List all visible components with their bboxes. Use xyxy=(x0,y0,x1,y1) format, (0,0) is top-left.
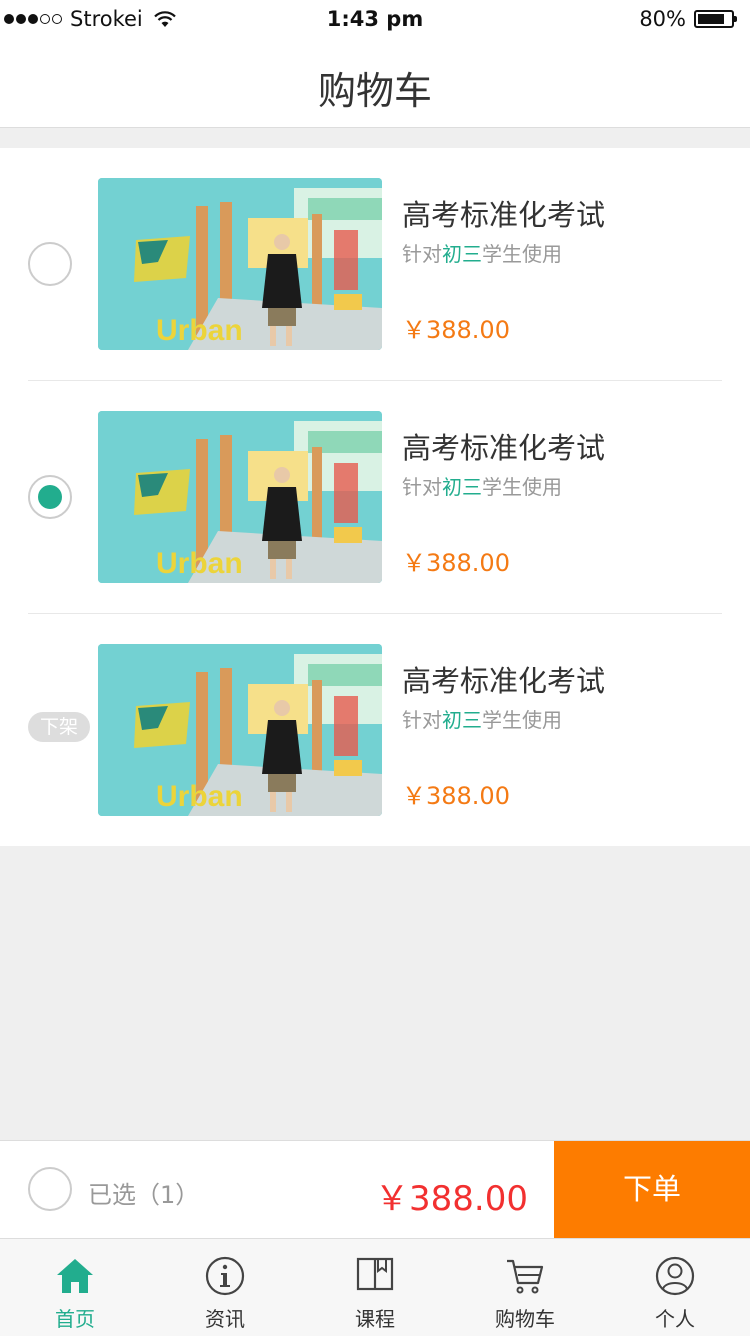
battery-icon xyxy=(694,10,737,28)
tab-label: 课程 xyxy=(355,1307,395,1331)
course-thumbnail[interactable]: Urban xyxy=(98,644,382,816)
item-title[interactable]: 高考标准化考试 xyxy=(402,425,605,467)
page-title: 购物车 xyxy=(317,69,432,113)
item-description: 针对初三学生使用 xyxy=(402,238,562,267)
desc-highlight: 初三 xyxy=(442,242,482,266)
desc-suffix: 学生使用 xyxy=(482,242,562,266)
nav-bar: 购物车 xyxy=(0,40,750,128)
status-time: 1:43 pm xyxy=(326,7,424,31)
desc-highlight: 初三 xyxy=(442,475,482,499)
tab-label: 购物车 xyxy=(495,1307,555,1331)
off-shelf-badge: 下架 xyxy=(28,712,90,742)
cart-list: Urban 高考标准化考试 针对初三学生使用 ￥388.00 Urban 高考标… xyxy=(0,148,750,846)
svg-text:Urban: Urban xyxy=(156,314,243,347)
course-thumbnail[interactable]: Urban xyxy=(98,178,382,350)
item-title[interactable]: 高考标准化考试 xyxy=(402,658,605,700)
tab-label: 个人 xyxy=(655,1307,695,1331)
thumbnail-illustration: Urban xyxy=(98,411,382,583)
select-all-radio[interactable] xyxy=(28,1167,72,1211)
item-price: ￥388.00 xyxy=(402,316,510,344)
item-title[interactable]: 高考标准化考试 xyxy=(402,192,605,234)
tab-home[interactable]: 首页 xyxy=(0,1239,150,1336)
cart-item[interactable]: Urban 高考标准化考试 针对初三学生使用 ￥388.00 xyxy=(0,381,750,614)
tab-cart[interactable]: 购物车 xyxy=(450,1239,600,1336)
tab-profile[interactable]: 个人 xyxy=(600,1239,750,1336)
thumbnail-illustration: Urban xyxy=(98,644,382,816)
tab-news[interactable]: 资讯 xyxy=(150,1239,300,1336)
item-price: ￥388.00 xyxy=(402,782,510,810)
user-icon xyxy=(655,1256,695,1296)
item-price: ￥388.00 xyxy=(402,549,510,577)
total-price: ￥388.00 xyxy=(375,1179,528,1219)
cart-item[interactable]: 下架 Urban 高考标准化考试 针对初三学生使用 ￥388.00 xyxy=(0,614,750,847)
place-order-button[interactable]: 下单 xyxy=(554,1141,750,1239)
status-bar: Strokei 1:43 pm 80% xyxy=(0,0,750,40)
tab-courses[interactable]: 课程 xyxy=(300,1239,450,1336)
item-select-radio[interactable] xyxy=(28,242,72,286)
desc-suffix: 学生使用 xyxy=(482,475,562,499)
thumbnail-illustration: Urban xyxy=(98,178,382,350)
desc-prefix: 针对 xyxy=(402,708,442,732)
desc-highlight: 初三 xyxy=(442,708,482,732)
svg-text:Urban: Urban xyxy=(156,780,243,813)
selected-count: 已选（1） xyxy=(88,1181,200,1209)
item-description: 针对初三学生使用 xyxy=(402,704,562,733)
item-description: 针对初三学生使用 xyxy=(402,471,562,500)
cart-item[interactable]: Urban 高考标准化考试 针对初三学生使用 ￥388.00 xyxy=(0,148,750,381)
home-icon xyxy=(57,1259,93,1293)
course-thumbnail[interactable]: Urban xyxy=(98,411,382,583)
book-icon xyxy=(356,1257,394,1291)
desc-suffix: 学生使用 xyxy=(482,708,562,732)
info-icon xyxy=(205,1256,245,1296)
checkout-bar: 已选（1） ￥388.00 下单 xyxy=(0,1140,750,1239)
tab-label: 首页 xyxy=(55,1307,95,1331)
item-select-radio[interactable] xyxy=(28,475,72,519)
status-right: 80% xyxy=(639,7,737,31)
desc-prefix: 针对 xyxy=(402,242,442,266)
desc-prefix: 针对 xyxy=(402,475,442,499)
tab-bar: 首页 资讯 课程 购物车 个人 xyxy=(0,1238,750,1336)
cart-icon xyxy=(507,1259,544,1294)
battery-percent: 80% xyxy=(639,7,686,31)
tab-label: 资讯 xyxy=(205,1307,245,1331)
svg-text:Urban: Urban xyxy=(156,547,243,580)
